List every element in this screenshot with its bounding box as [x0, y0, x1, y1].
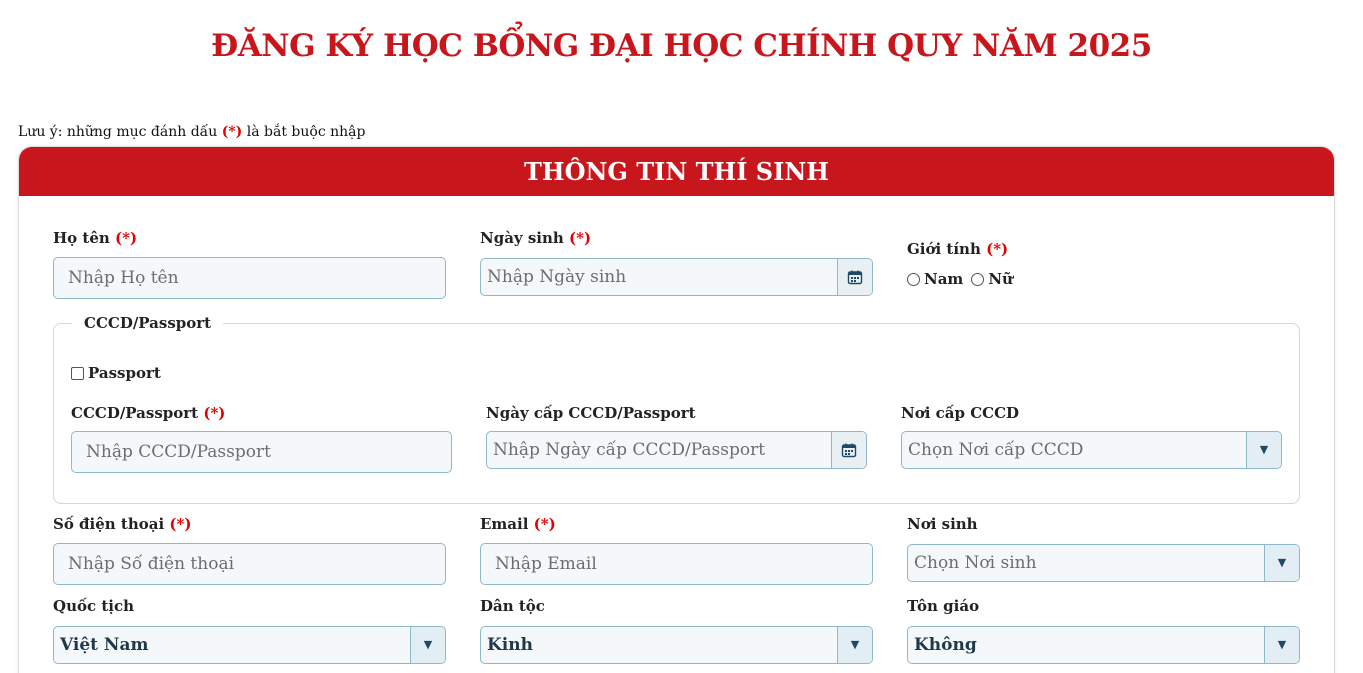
ngay-sinh-label: Ngày sinh (*) — [480, 229, 592, 247]
chevron-down-icon[interactable]: ▼ — [410, 627, 445, 663]
passport-checkbox-label: Passport — [88, 364, 161, 382]
ngay-cap-input[interactable]: Nhập Ngày cấp CCCD/Passport — [486, 431, 867, 469]
gender-radio-nu[interactable] — [971, 272, 985, 286]
email-label: Email (*) — [480, 515, 556, 533]
ngay-cap-label: Ngày cấp CCCD/Passport — [486, 404, 696, 422]
calendar-icon[interactable] — [837, 259, 872, 295]
so-dien-thoai-label: Số điện thoại (*) — [53, 515, 192, 533]
noi-sinh-label: Nơi sinh — [907, 515, 978, 533]
gender-radio-nam[interactable] — [907, 272, 920, 286]
ho-ten-label: Họ tên (*) — [53, 229, 138, 247]
candidate-info-card: THÔNG TIN THÍ SINH Họ tên (*) Nhập Họ tê… — [18, 146, 1335, 673]
noi-cap-label: Nơi cấp CCCD — [901, 404, 1020, 422]
chevron-down-icon[interactable]: ▼ — [837, 627, 872, 663]
noi-sinh-select[interactable]: Chọn Nơi sinh ▼ — [907, 544, 1300, 582]
ho-ten-input[interactable]: Nhập Họ tên — [53, 257, 446, 299]
ngay-sinh-input[interactable]: Nhập Ngày sinh — [480, 258, 873, 296]
gioi-tinh-options: Nam Nữ — [907, 270, 1013, 288]
page-title: ĐĂNG KÝ HỌC BỔNG ĐẠI HỌC CHÍNH QUY NĂM 2… — [211, 28, 1152, 64]
cccd-legend: CCCD/Passport — [72, 314, 224, 332]
cccd-fieldset: CCCD/Passport Passport CCCD/Passport (*)… — [53, 314, 1300, 504]
calendar-icon[interactable] — [831, 432, 866, 468]
gioi-tinh-label: Giới tính (*) — [907, 240, 1009, 258]
email-input[interactable]: Nhập Email — [480, 543, 873, 585]
quoc-tich-select[interactable]: Việt Nam ▼ — [53, 626, 446, 664]
chevron-down-icon[interactable]: ▼ — [1264, 627, 1299, 663]
gender-label-nu: Nữ — [988, 270, 1013, 288]
dan-toc-label: Dân tộc — [480, 597, 545, 615]
section-header: THÔNG TIN THÍ SINH — [19, 147, 1334, 196]
so-dien-thoai-input[interactable]: Nhập Số điện thoại — [53, 543, 446, 585]
noi-cap-select[interactable]: Chọn Nơi cấp CCCD ▼ — [901, 431, 1282, 469]
required-note: Lưu ý: những mục đánh dấu (*) là bắt buộ… — [18, 124, 366, 140]
cccd-label: CCCD/Passport (*) — [71, 404, 226, 422]
quoc-tich-label: Quốc tịch — [53, 597, 134, 615]
cccd-input[interactable]: Nhập CCCD/Passport — [71, 431, 452, 473]
chevron-down-icon[interactable]: ▼ — [1264, 545, 1299, 581]
ton-giao-select[interactable]: Không ▼ — [907, 626, 1300, 664]
gender-label-nam: Nam — [924, 270, 964, 288]
chevron-down-icon[interactable]: ▼ — [1246, 432, 1281, 468]
passport-option: Passport — [71, 364, 161, 382]
passport-checkbox[interactable] — [71, 366, 84, 380]
dan-toc-select[interactable]: Kinh ▼ — [480, 626, 873, 664]
ton-giao-label: Tôn giáo — [907, 597, 980, 615]
